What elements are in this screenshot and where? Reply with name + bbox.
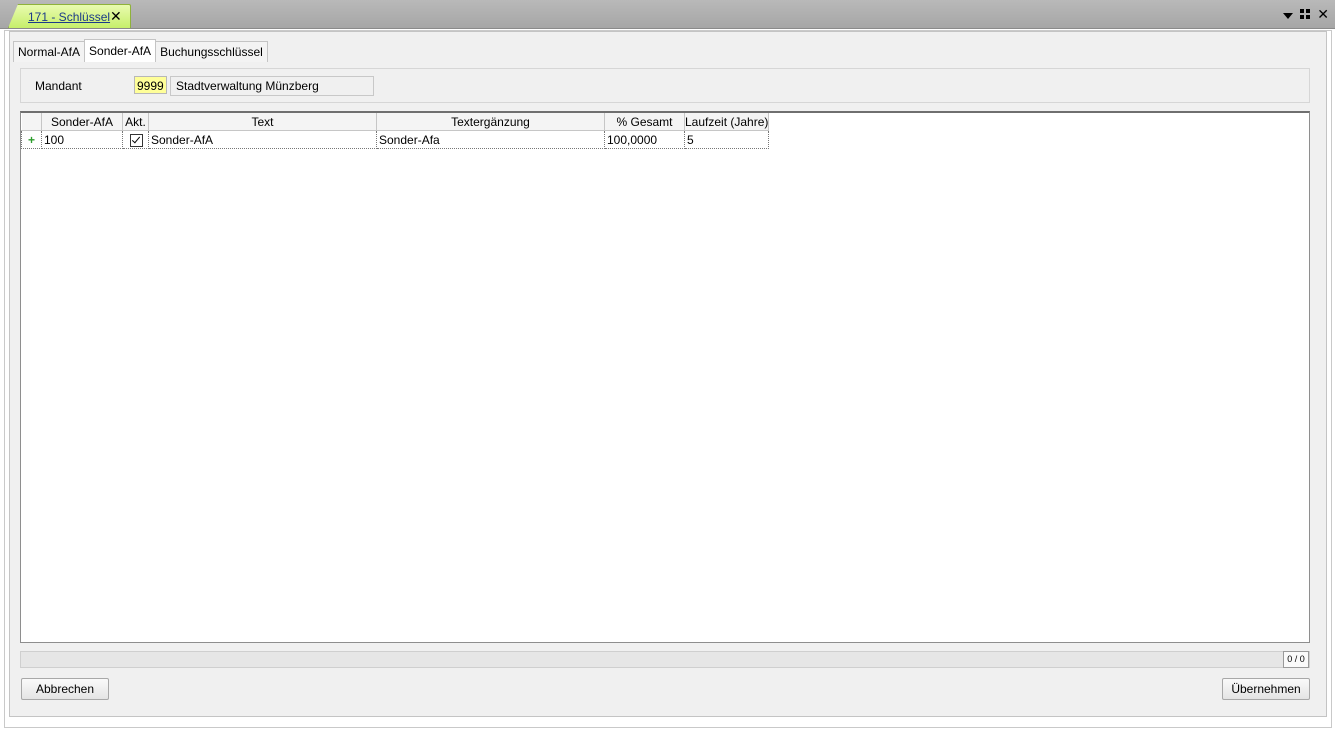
tab-strip: Normal-AfA Sonder-AfA Buchungsschlüssel <box>13 39 268 62</box>
cell-sonder-afa[interactable]: 100 <box>41 130 123 149</box>
column-header-text[interactable]: Text <box>148 113 377 131</box>
document-tab[interactable]: 171 - Schlüssel ✕ <box>8 4 131 28</box>
cell-prozent-gesamt[interactable]: 100,0000 <box>604 130 685 149</box>
row-add-icon: + <box>21 130 42 149</box>
document-tab-close-icon[interactable]: ✕ <box>110 8 122 25</box>
title-bar: 171 - Schlüssel ✕ ✕ <box>0 0 1335 29</box>
window-controls: ✕ <box>1283 6 1329 22</box>
column-header-prozent-gesamt[interactable]: % Gesamt <box>604 113 685 131</box>
mandant-label: Mandant <box>35 79 82 93</box>
tab-buchungsschluessel[interactable]: Buchungsschlüssel <box>155 41 268 62</box>
row-indicator-header <box>21 113 42 131</box>
cell-laufzeit[interactable]: 5 <box>684 130 770 149</box>
tab-sonder-afa[interactable]: Sonder-AfA <box>84 39 157 62</box>
apply-button[interactable]: Übernehmen <box>1222 678 1310 700</box>
table-header-row: Sonder-AfA Akt. Text Textergänzung % Ges… <box>21 113 770 131</box>
mandant-section: Mandant 9999 Stadtverwaltung Münzberg <box>20 68 1310 103</box>
main-window: 171 - Schlüssel ✕ ✕ Normal-AfA Sonder-Af… <box>0 0 1335 731</box>
cell-akt[interactable] <box>122 130 149 149</box>
data-grid[interactable]: Sonder-AfA Akt. Text Textergänzung % Ges… <box>20 111 1310 643</box>
horizontal-scrollbar[interactable]: 0 / 0 <box>20 651 1310 668</box>
cell-text[interactable]: Sonder-AfA <box>148 130 377 149</box>
mandant-code-field[interactable]: 9999 <box>134 76 167 94</box>
column-header-laufzeit[interactable]: Laufzeit (Jahre) <box>684 113 770 131</box>
dropdown-arrow-icon[interactable] <box>1283 12 1294 19</box>
table-row[interactable]: + 100 Sonder-AfA Sonder-Afa 100,0000 5 <box>21 130 770 149</box>
sonder-afa-table: Sonder-AfA Akt. Text Textergänzung % Ges… <box>21 113 770 149</box>
dock-grid-icon[interactable] <box>1300 9 1311 19</box>
cell-textergaenzung[interactable]: Sonder-Afa <box>376 130 605 149</box>
record-count-badge: 0 / 0 <box>1283 651 1309 668</box>
mandant-name-field: Stadtverwaltung Münzberg <box>170 76 374 96</box>
column-header-sonder-afa[interactable]: Sonder-AfA <box>41 113 123 131</box>
document-tab-label[interactable]: 171 - Schlüssel <box>28 10 110 24</box>
aktiv-checkbox[interactable] <box>130 133 143 147</box>
window-close-icon[interactable]: ✕ <box>1317 7 1329 21</box>
tab-normal-afa[interactable]: Normal-AfA <box>13 41 86 62</box>
column-header-textergaenzung[interactable]: Textergänzung <box>376 113 605 131</box>
cancel-button[interactable]: Abbrechen <box>21 678 109 700</box>
column-header-akt[interactable]: Akt. <box>122 113 149 131</box>
